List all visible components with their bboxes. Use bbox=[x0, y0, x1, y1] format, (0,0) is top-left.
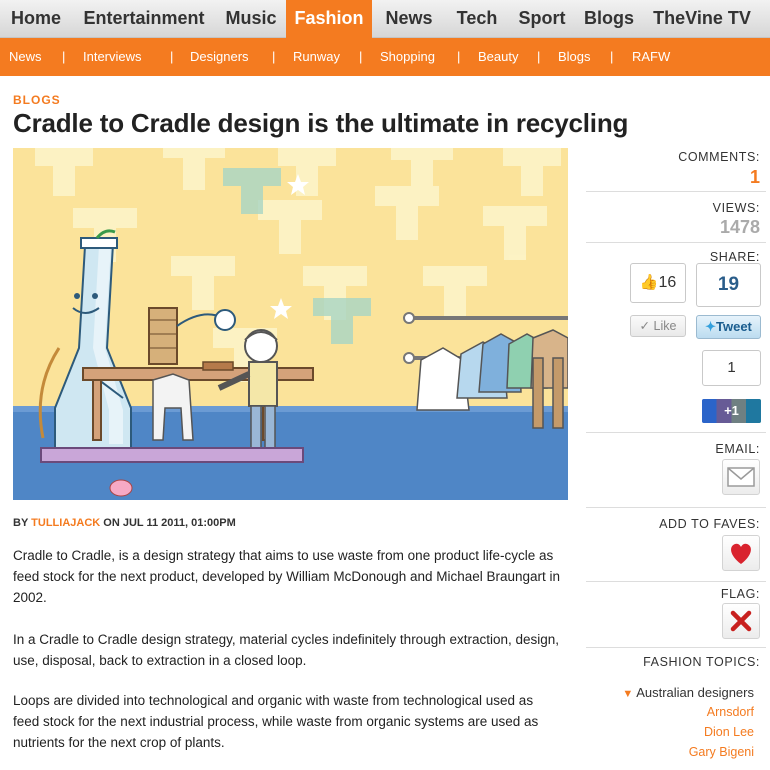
hero-illustration bbox=[13, 148, 568, 500]
subnav-separator: | bbox=[537, 49, 541, 64]
twitter-bird-icon: ✦ bbox=[705, 319, 716, 334]
fashion-subnav: News | Interviews | Designers | Runway |… bbox=[0, 38, 770, 76]
topic-link[interactable]: Arnsdorf bbox=[707, 705, 754, 719]
email-label: EMAIL: bbox=[715, 442, 760, 456]
subnav-separator: | bbox=[457, 49, 461, 64]
tweet-count: 19 bbox=[696, 263, 761, 307]
sidebar-divider bbox=[586, 432, 766, 433]
flag-button[interactable] bbox=[722, 603, 760, 639]
views-label: VIEWS: bbox=[712, 201, 760, 215]
subnav-item-rafw[interactable]: RAFW bbox=[632, 38, 670, 76]
subnav-item-news[interactable]: News bbox=[9, 38, 42, 76]
email-button[interactable] bbox=[722, 459, 760, 495]
sidebar-divider bbox=[586, 647, 766, 648]
byline-prefix: BY bbox=[13, 517, 29, 529]
flag-label: FLAG: bbox=[720, 587, 760, 601]
fashion-topics-label: FASHION TOPICS: bbox=[643, 655, 760, 669]
nav-item-entertainment[interactable]: Entertainment bbox=[72, 0, 216, 38]
facebook-like-button[interactable]: ✓ Like bbox=[630, 315, 686, 337]
nav-item-tech[interactable]: Tech bbox=[446, 0, 508, 38]
topic-link[interactable]: Dion Lee bbox=[704, 725, 754, 739]
article-title: Cradle to Cradle design is the ultimate … bbox=[13, 108, 629, 138]
subnav-separator: | bbox=[272, 49, 276, 64]
topic-group[interactable]: ▼ Australian designers bbox=[622, 685, 754, 700]
views-count: 1478 bbox=[719, 217, 760, 237]
nav-item-news[interactable]: News bbox=[372, 0, 446, 38]
cradle-illustration bbox=[13, 148, 568, 500]
gplus-button[interactable]: +1 bbox=[702, 399, 761, 423]
add-to-faves-label: ADD TO FAVES: bbox=[659, 517, 760, 531]
byline-date: ON JUL 11 2011, 01:00PM bbox=[103, 517, 236, 529]
subnav-separator: | bbox=[610, 49, 614, 64]
nav-item-fashion[interactable]: Fashion bbox=[286, 0, 372, 40]
topic-link[interactable]: Gary Bigeni bbox=[689, 745, 754, 759]
nav-item-blogs[interactable]: Blogs bbox=[576, 0, 642, 38]
article-sidebar: COMMENTS: 1 VIEWS: 1478 SHARE: 👍16 ✓ Lik… bbox=[586, 145, 766, 770]
heart-icon bbox=[731, 543, 751, 564]
author-link[interactable]: TULLIAJACK bbox=[31, 517, 100, 529]
subnav-separator: | bbox=[170, 49, 174, 64]
sidebar-divider bbox=[586, 507, 766, 508]
nav-item-thevine-tv[interactable]: TheVine TV bbox=[642, 0, 762, 38]
close-icon bbox=[730, 610, 752, 632]
subnav-item-shopping[interactable]: Shopping bbox=[380, 38, 435, 76]
article-paragraph: In a Cradle to Cradle design strategy, m… bbox=[13, 632, 560, 668]
thumbs-up-icon: 👍 bbox=[639, 274, 659, 291]
check-icon: ✓ bbox=[639, 319, 651, 333]
tweet-button[interactable]: ✦Tweet bbox=[696, 315, 761, 339]
nav-item-home[interactable]: Home bbox=[0, 0, 72, 38]
share-label: SHARE: bbox=[709, 250, 760, 264]
comments-count[interactable]: 1 bbox=[750, 167, 760, 188]
envelope-icon bbox=[727, 467, 755, 487]
triangle-down-icon: ▼ bbox=[622, 688, 634, 700]
subnav-separator: | bbox=[62, 49, 66, 64]
nav-item-sport[interactable]: Sport bbox=[508, 0, 576, 38]
subnav-item-runway[interactable]: Runway bbox=[293, 38, 340, 76]
facebook-like-count: 👍16 bbox=[630, 263, 686, 303]
subnav-item-beauty[interactable]: Beauty bbox=[478, 38, 518, 76]
sidebar-divider bbox=[586, 191, 766, 192]
article-paragraph: Loops are divided into technological and… bbox=[13, 693, 539, 750]
comments-label: COMMENTS: bbox=[678, 150, 760, 164]
subnav-item-designers[interactable]: Designers bbox=[190, 38, 249, 76]
byline: BY TULLIAJACK ON JUL 11 2011, 01:00PM bbox=[13, 517, 236, 529]
subnav-item-interviews[interactable]: Interviews bbox=[83, 38, 142, 76]
sidebar-divider bbox=[586, 242, 766, 243]
sidebar-divider bbox=[586, 581, 766, 582]
section-kicker[interactable]: BLOGS bbox=[13, 93, 61, 107]
article-paragraph: Cradle to Cradle, is a design strategy t… bbox=[13, 548, 561, 605]
add-to-faves-button[interactable] bbox=[722, 535, 760, 571]
nav-item-music[interactable]: Music bbox=[216, 0, 286, 38]
main-nav: Home Entertainment Music Fashion News Te… bbox=[0, 0, 770, 40]
subnav-item-blogs[interactable]: Blogs bbox=[558, 38, 591, 76]
gplus-count: 1 bbox=[702, 350, 761, 386]
subnav-separator: | bbox=[359, 49, 363, 64]
